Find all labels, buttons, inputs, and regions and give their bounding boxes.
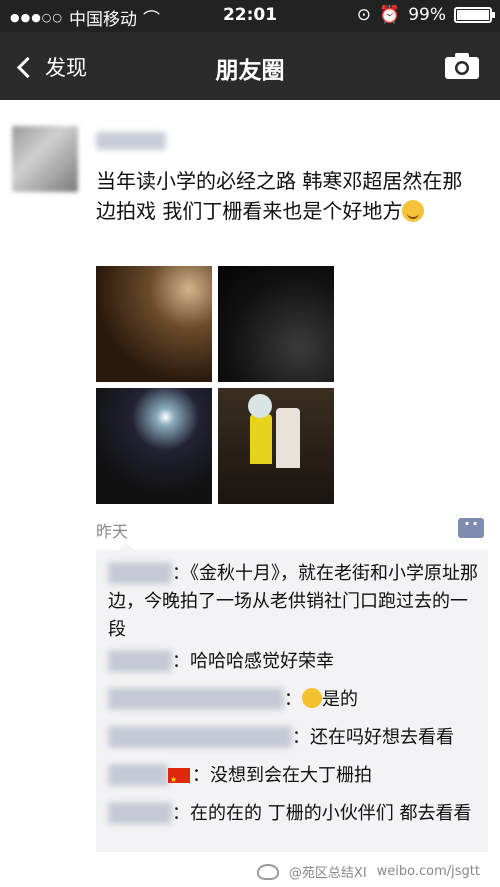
post-photo-3[interactable] bbox=[96, 388, 212, 504]
watermark: @苑区总结XI weibo.com/jsgtt bbox=[256, 862, 480, 881]
commenter-name-blurred[interactable] bbox=[108, 650, 172, 672]
china-flag-emoji-icon bbox=[168, 766, 190, 794]
watermark-left: @苑区总结XI bbox=[288, 866, 367, 881]
avatar[interactable] bbox=[12, 126, 78, 192]
commenter-name-blurred[interactable] bbox=[108, 764, 168, 786]
post-time: 昨天 bbox=[96, 522, 129, 541]
photo-person-yellow bbox=[250, 414, 272, 464]
watermark-right: weibo.com/jsgtt bbox=[376, 864, 480, 879]
battery-percent: 99% bbox=[408, 5, 446, 25]
battery-icon bbox=[454, 7, 495, 23]
post-text: 当年读小学的必经之路 韩寒邓超居然在那边拍戏 我们丁栅看来也是个好地方 bbox=[96, 166, 476, 226]
alarm-icon: ⏰ bbox=[379, 5, 401, 25]
photo-person-white bbox=[276, 408, 300, 468]
page-title: 朋友圈 bbox=[215, 58, 285, 84]
comment-icon[interactable] bbox=[458, 514, 484, 538]
comment-text-tail: 是的 bbox=[322, 689, 358, 710]
thinking-emoji-icon bbox=[302, 688, 322, 708]
navigation-bar: 发现 朋友圈 bbox=[0, 32, 500, 100]
status-right: ⊙ ⏰ 99% bbox=[356, 5, 495, 25]
commenter-name-blurred[interactable] bbox=[108, 802, 172, 824]
comment-item[interactable]: ：没想到会在大丁栅拍 bbox=[108, 762, 480, 794]
comment-item[interactable]: ：还在吗好想去看看 bbox=[108, 724, 480, 752]
comment-item[interactable]: ：《金秋十月》，就在老街和小学原址那边，今晚拍了一场从老供销社门口跑过去的一段 bbox=[108, 560, 480, 644]
comment-text: ：在的在的 丁栅的小伙伴们 都去看看 bbox=[172, 803, 472, 824]
comment-item[interactable]: ：在的在的 丁栅的小伙伴们 都去看看 bbox=[108, 800, 480, 828]
comment-item[interactable]: ：哈哈哈感觉好荣幸 bbox=[108, 648, 480, 676]
battery-fill bbox=[457, 10, 489, 20]
commenter-name-blurred[interactable] bbox=[108, 726, 292, 748]
comment-item[interactable]: ： 是的 bbox=[108, 686, 480, 714]
face-mask-icon bbox=[248, 394, 272, 418]
status-bar: ●●●○○ 中国移动 ⌒ 22:01 ⊙ ⏰ 99% bbox=[0, 0, 500, 32]
author-name-blurred[interactable] bbox=[96, 132, 166, 150]
weibo-logo-icon bbox=[256, 863, 279, 880]
lock-rotation-icon: ⊙ bbox=[356, 5, 372, 25]
commenter-name-blurred[interactable] bbox=[108, 688, 284, 710]
comment-text: ：哈哈哈感觉好荣幸 bbox=[172, 651, 334, 672]
commenter-name-blurred[interactable] bbox=[108, 562, 172, 584]
post-photo-4[interactable] bbox=[218, 388, 334, 504]
post-photo-1[interactable] bbox=[96, 266, 212, 382]
comment-text: ：还在吗好想去看看 bbox=[292, 727, 454, 748]
camera-icon[interactable] bbox=[444, 52, 480, 80]
comment-text: ： bbox=[284, 689, 302, 710]
comments-section: ：《金秋十月》，就在老街和小学原址那边，今晚拍了一场从老供销社门口跑过去的一段 … bbox=[96, 542, 488, 852]
comment-text: ：没想到会在大丁栅拍 bbox=[192, 765, 372, 786]
post-photo-2[interactable] bbox=[218, 266, 334, 382]
smile-emoji-icon bbox=[402, 200, 425, 222]
